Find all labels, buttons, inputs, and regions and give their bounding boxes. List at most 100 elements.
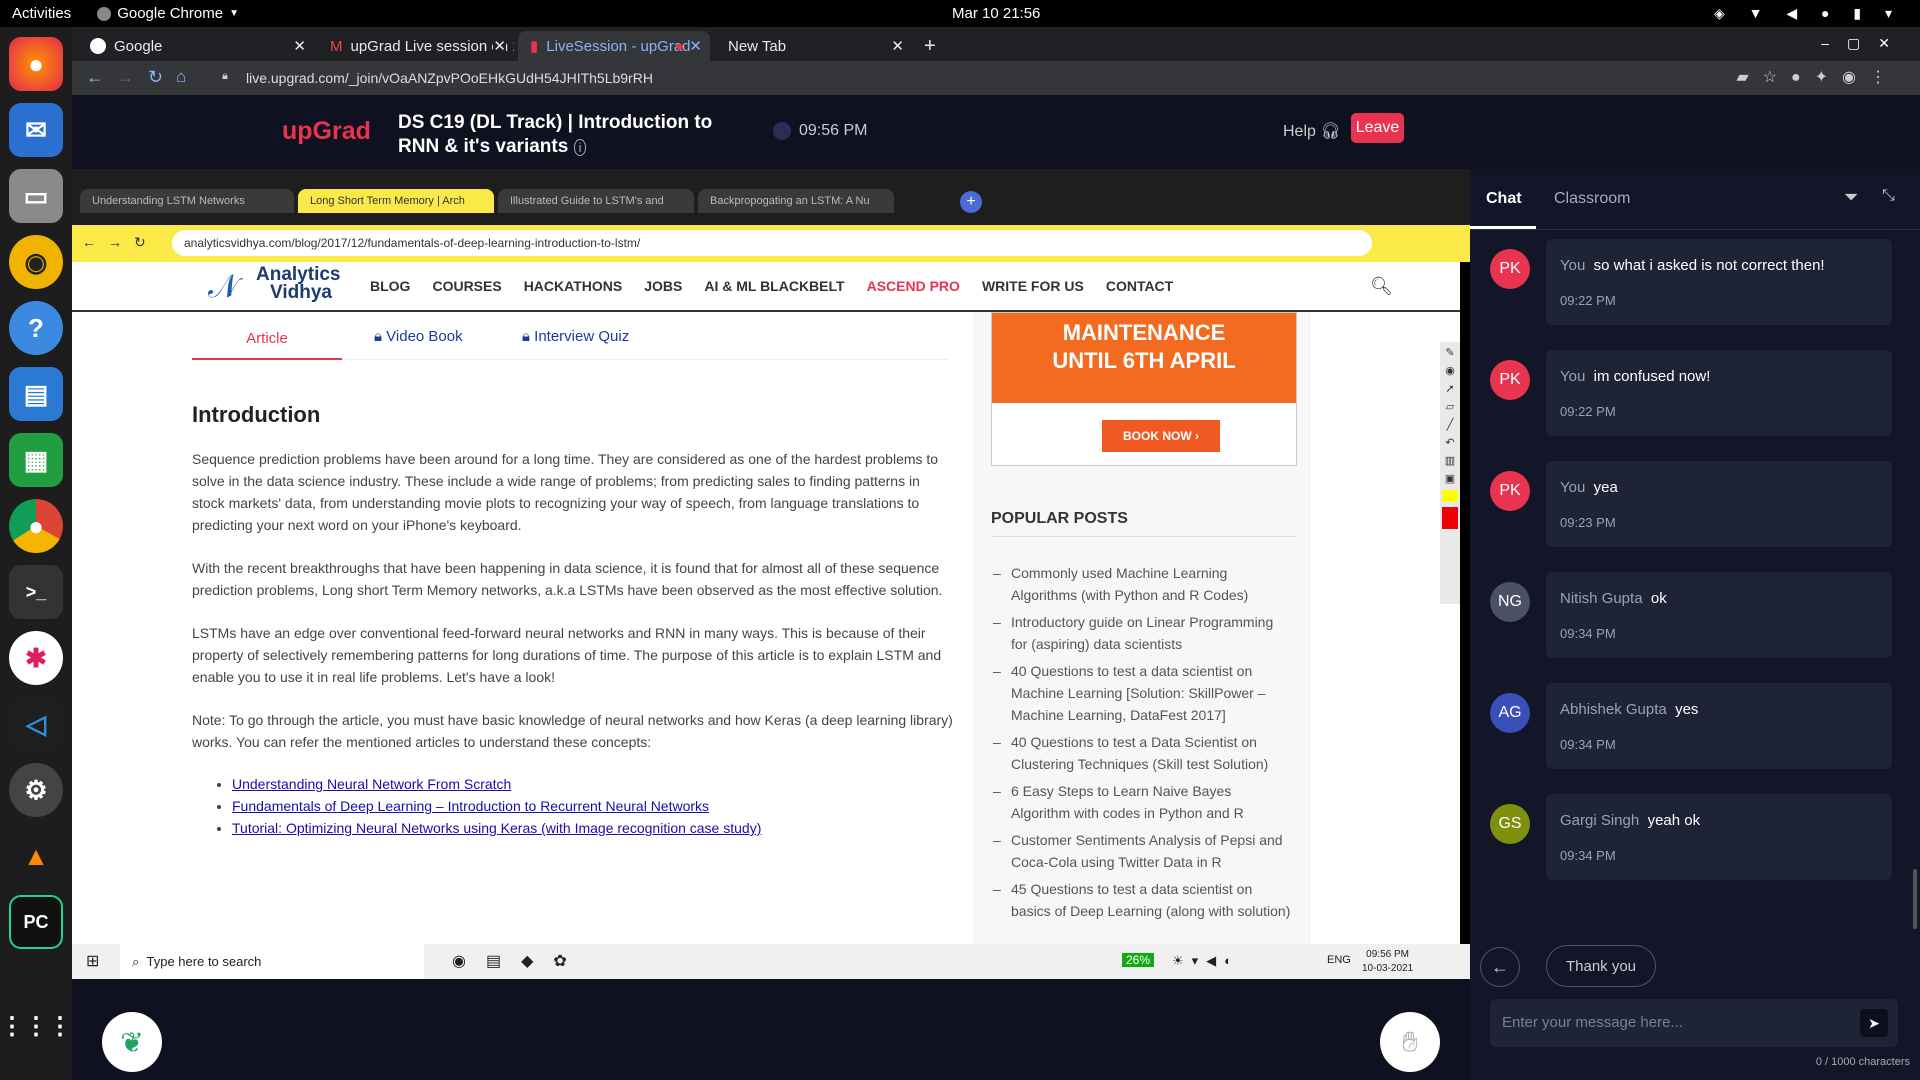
- back-icon[interactable]: ←: [86, 67, 104, 88]
- rhythmbox-icon[interactable]: ◉: [9, 235, 63, 289]
- search-icon[interactable]: 🔍︎: [1370, 276, 1393, 297]
- nav-contact[interactable]: CONTACT: [1106, 278, 1173, 294]
- inner-nav-icons[interactable]: ←→↻: [82, 234, 158, 251]
- popular-item[interactable]: –6 Easy Steps to Learn Naive Bayes Algor…: [993, 780, 1293, 824]
- popular-item[interactable]: –45 Questions to test a data scientist o…: [993, 878, 1293, 922]
- color-red[interactable]: [1442, 507, 1458, 529]
- app-menu[interactable]: Google Chrome: [117, 5, 223, 22]
- new-tab-button[interactable]: +: [918, 31, 946, 61]
- thunderbird-icon[interactable]: ✉: [9, 103, 63, 157]
- reload-icon[interactable]: ↻: [148, 67, 163, 88]
- chat-message[interactable]: Nitish Gupta ok 09:34 PM: [1546, 572, 1892, 658]
- activities-button[interactable]: Activities: [12, 5, 71, 22]
- calc-icon[interactable]: ▦: [9, 433, 63, 487]
- nav-jobs[interactable]: JOBS: [644, 278, 682, 294]
- filter-icon[interactable]: ⏷: [1844, 187, 1858, 208]
- nav-ascend-pro[interactable]: ASCEND PRO: [867, 278, 960, 294]
- chat-message[interactable]: You yea 09:23 PM: [1546, 461, 1892, 547]
- chrome-icon[interactable]: ●: [9, 499, 63, 553]
- window-controls[interactable]: –▢✕: [1821, 35, 1908, 52]
- chat-message[interactable]: You im confused now! 09:22 PM: [1546, 350, 1892, 436]
- chat-message[interactable]: You so what i asked is not correct then!…: [1546, 239, 1892, 325]
- back-arrow-button[interactable]: ←: [1480, 947, 1520, 987]
- chat-message[interactable]: Gargi Singh yeah ok 09:34 PM: [1546, 794, 1892, 880]
- eraser-icon[interactable]: ▱: [1446, 400, 1454, 413]
- show-apps-icon[interactable]: ⋮⋮⋮: [0, 999, 72, 1053]
- files-icon[interactable]: ▭: [9, 169, 63, 223]
- windows-search-box[interactable]: ⌕ Type here to search: [120, 944, 424, 979]
- undo-icon[interactable]: ↶: [1445, 436, 1454, 449]
- url-field[interactable]: live.upgrad.com/_join/vOaANZpvPOoEHkGUdH…: [246, 70, 653, 86]
- nav-courses[interactable]: COURSES: [432, 278, 501, 294]
- inner-url-field[interactable]: analyticsvidhya.com/blog/2017/12/fundame…: [172, 230, 1372, 256]
- help-button[interactable]: Help 🎧︎: [1283, 121, 1341, 141]
- win-clock[interactable]: 09:56 PM 10-03-2021: [1362, 948, 1413, 976]
- vscode-icon[interactable]: ◁: [9, 697, 63, 751]
- popular-item[interactable]: –40 Questions to test a data scientist o…: [993, 660, 1293, 726]
- ad-banner[interactable]: MAINTENANCE UNTIL 6TH APRIL BOOK NOW ›: [991, 312, 1297, 466]
- line-icon[interactable]: ╱: [1447, 418, 1454, 431]
- terminal-icon[interactable]: >_: [9, 565, 63, 619]
- popular-item[interactable]: – Customer Sentiments Analysis of Pepsi a…: [993, 829, 1293, 873]
- quick-reply-thank-you[interactable]: Thank you: [1546, 945, 1656, 987]
- book-now-button[interactable]: BOOK NOW ›: [1102, 420, 1220, 452]
- collapse-icon[interactable]: ⤡: [1882, 187, 1895, 205]
- leave-button[interactable]: Leave: [1351, 113, 1404, 143]
- inner-tab[interactable]: Backpropogating an LSTM: A Nu: [698, 189, 894, 213]
- close-icon[interactable]: ✕: [891, 37, 904, 55]
- nav-hackathons[interactable]: HACKATHONS: [524, 278, 623, 294]
- inner-new-tab-icon[interactable]: +: [960, 191, 982, 213]
- tab-livesession[interactable]: ▮ LiveSession - upGrad ● ✕: [518, 31, 710, 61]
- message-input[interactable]: Enter your message here... ➤: [1490, 999, 1898, 1047]
- popular-item[interactable]: – Commonly used Machine Learning Algorith…: [993, 562, 1293, 606]
- pen-icon[interactable]: ✎: [1445, 346, 1454, 359]
- extension-icons[interactable]: ▰☆●✦◉⋮: [1736, 67, 1900, 87]
- vlc-icon[interactable]: ▲: [9, 829, 63, 883]
- clock[interactable]: Mar 10 21:56: [952, 5, 1040, 22]
- pycharm-icon[interactable]: PC: [9, 895, 63, 949]
- eye-icon[interactable]: ◉: [1445, 364, 1455, 377]
- tab-upgrad-live[interactable]: MupGrad Live session on 10 ✕: [318, 31, 514, 61]
- tray-icons[interactable]: ☀▾◀◐: [1172, 953, 1240, 969]
- close-icon[interactable]: ✕: [293, 37, 306, 55]
- close-icon[interactable]: ✕: [493, 37, 506, 55]
- popular-item[interactable]: –40 Questions to test a Data Scientist o…: [993, 731, 1293, 775]
- tab-chat[interactable]: Chat: [1486, 190, 1522, 208]
- status-icons[interactable]: ◈ ▼ ◀ ● ▮ ▾: [1714, 5, 1902, 22]
- nav-blog[interactable]: BLOG: [370, 278, 410, 294]
- firefox-icon[interactable]: ●: [9, 37, 63, 91]
- chat-scrollbar[interactable]: [1913, 869, 1917, 929]
- nav-blackbelt[interactable]: AI & ML BLACKBELT: [704, 278, 844, 294]
- cursor-icon[interactable]: ➚: [1445, 382, 1454, 395]
- tab-interview-quiz[interactable]: 🔒︎ Interview Quiz: [522, 328, 629, 345]
- settings-icon[interactable]: ⚙: [9, 763, 63, 817]
- slack-icon[interactable]: ✱: [9, 631, 63, 685]
- forward-icon[interactable]: →: [116, 67, 134, 88]
- brand-button[interactable]: ❦: [102, 1012, 162, 1072]
- tab-google[interactable]: Google ✕: [78, 31, 314, 61]
- inner-tab[interactable]: Illustrated Guide to LSTM's and: [498, 189, 694, 213]
- article-link[interactable]: Fundamentals of Deep Learning – Introduc…: [232, 798, 709, 814]
- raise-hand-button[interactable]: ✋︎: [1380, 1012, 1440, 1072]
- tab-article[interactable]: Article: [192, 330, 342, 347]
- send-icon[interactable]: ➤: [1860, 1009, 1888, 1037]
- writer-icon[interactable]: ▤: [9, 367, 63, 421]
- camera-icon[interactable]: ▣: [1445, 472, 1455, 485]
- windows-start-icon[interactable]: ⊞: [86, 951, 99, 971]
- help-icon[interactable]: ?: [9, 301, 63, 355]
- inner-tab[interactable]: Understanding LSTM Networks: [80, 189, 294, 213]
- chat-message[interactable]: Abhishek Gupta yes 09:34 PM: [1546, 683, 1892, 769]
- nav-write-for-us[interactable]: WRITE FOR US: [982, 278, 1084, 294]
- taskbar-apps[interactable]: ◉▤◆✿: [452, 951, 587, 971]
- info-icon[interactable]: i: [573, 139, 587, 156]
- popular-item[interactable]: – Introductory guide on Linear Programmin…: [993, 611, 1293, 655]
- annotation-toolbar[interactable]: ✎ ◉ ➚ ▱ ╱ ↶ ▥ ▣: [1440, 342, 1460, 604]
- article-link[interactable]: Understanding Neural Network From Scratc…: [232, 776, 511, 792]
- tab-new-tab[interactable]: New Tab ✕: [716, 31, 912, 61]
- article-link[interactable]: Tutorial: Optimizing Neural Networks usi…: [232, 820, 761, 836]
- tab-classroom[interactable]: Classroom: [1554, 190, 1630, 208]
- tab-video-book[interactable]: 🔒︎ Video Book: [374, 328, 463, 345]
- home-icon[interactable]: ⌂: [176, 67, 186, 87]
- close-icon[interactable]: ✕: [689, 37, 702, 55]
- trash-icon[interactable]: ▥: [1445, 454, 1455, 467]
